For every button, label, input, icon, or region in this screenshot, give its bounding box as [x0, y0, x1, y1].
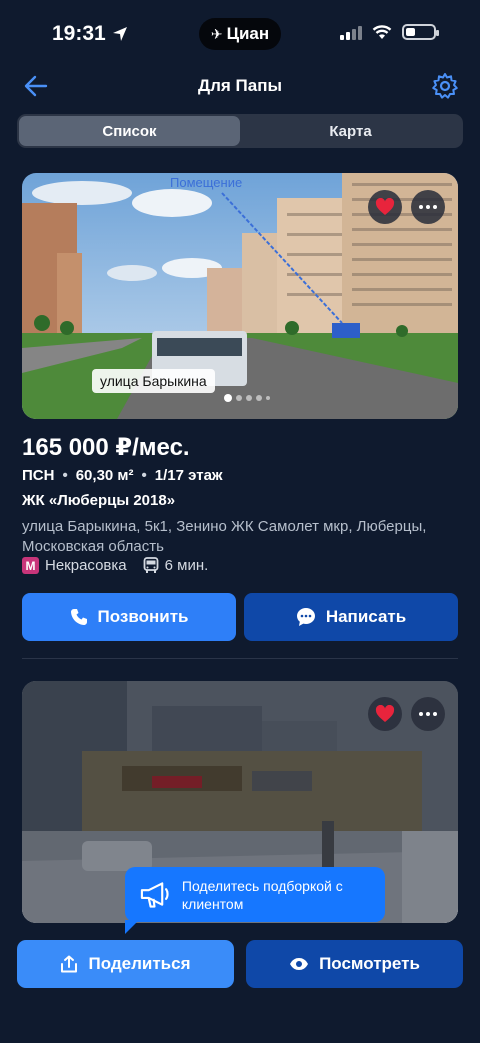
listing-complex: ЖК «Люберцы 2018» [22, 492, 176, 509]
listing-divider [22, 658, 458, 659]
chat-bubble-icon [296, 608, 315, 626]
favorite-button[interactable] [368, 190, 402, 224]
commute-time: 6 мин. [164, 557, 209, 574]
view-button-label: Посмотреть [319, 954, 420, 973]
listing-address: улица Барыкина, 5к1, Зенино ЖК Самолет м… [22, 518, 427, 555]
share-tooltip[interactable]: Поделитесь подборкой с клиентом [125, 867, 385, 934]
dynamic-island: ✈ Циан [199, 18, 281, 50]
bullet-separator: • [141, 467, 147, 484]
cian-logo-icon: ✈ [210, 25, 223, 42]
listing-photo[interactable]: Помещение улица Барыкина [22, 173, 458, 419]
bullet-separator: • [62, 467, 68, 484]
photo-street-caption: улица Барыкина [92, 369, 215, 393]
write-button-label: Написать [325, 607, 407, 626]
view-button[interactable]: Посмотреть [246, 940, 463, 988]
bus-icon [143, 557, 159, 573]
status-bar: 19:31 ✈ Циан [0, 0, 480, 64]
listing-specs: ПСН • 60,30 м² • 1/17 этаж [22, 467, 223, 484]
megaphone-icon [140, 881, 169, 908]
phone-icon [70, 609, 87, 625]
metro-icon: М [22, 557, 39, 574]
tab-map[interactable]: Карта [240, 116, 461, 146]
page-title: Для Папы [197, 76, 282, 95]
tooltip-text: Поделитесь подборкой с клиентом [181, 877, 343, 912]
listing-type: ПСН [22, 467, 55, 484]
wifi-icon [372, 24, 392, 39]
gear-icon[interactable] [430, 71, 460, 101]
more-button[interactable] [411, 190, 445, 224]
eye-icon [290, 958, 309, 970]
call-button[interactable]: Позвонить [22, 593, 236, 641]
listing-area: 60,30 м² [75, 467, 134, 484]
share-icon [61, 955, 78, 973]
system-icons [340, 24, 439, 40]
more-dots-icon [419, 205, 437, 209]
view-switcher: Список Карта [17, 114, 463, 148]
metro-station: Некрасовка [45, 557, 127, 574]
share-button[interactable]: Поделиться [17, 940, 234, 988]
listing-metro: М Некрасовка 6 мин. [22, 557, 208, 574]
favorite-button-second[interactable] [368, 697, 402, 731]
write-button[interactable]: Написать [244, 593, 458, 641]
heart-icon [375, 198, 395, 215]
listing-floor: 1/17 этаж [154, 467, 223, 484]
nav-bar: Для Папы [0, 64, 480, 108]
photo-pager [224, 394, 270, 402]
island-label: Циан [226, 24, 270, 43]
call-button-label: Позвонить [97, 607, 189, 626]
more-dots-icon [419, 712, 437, 716]
heart-icon [375, 705, 395, 722]
status-time: 19:31 [52, 22, 128, 46]
status-time-text: 19:31 [52, 22, 106, 45]
battery-icon [402, 24, 439, 40]
share-button-label: Поделиться [88, 954, 191, 973]
location-arrow-icon [112, 27, 127, 41]
more-button-second[interactable] [411, 697, 445, 731]
listing-price: 165 000 ₽/мес. [22, 434, 190, 461]
photo-annotation: Помещение [170, 175, 243, 190]
tab-list[interactable]: Список [19, 116, 240, 146]
signal-icon [340, 24, 362, 40]
